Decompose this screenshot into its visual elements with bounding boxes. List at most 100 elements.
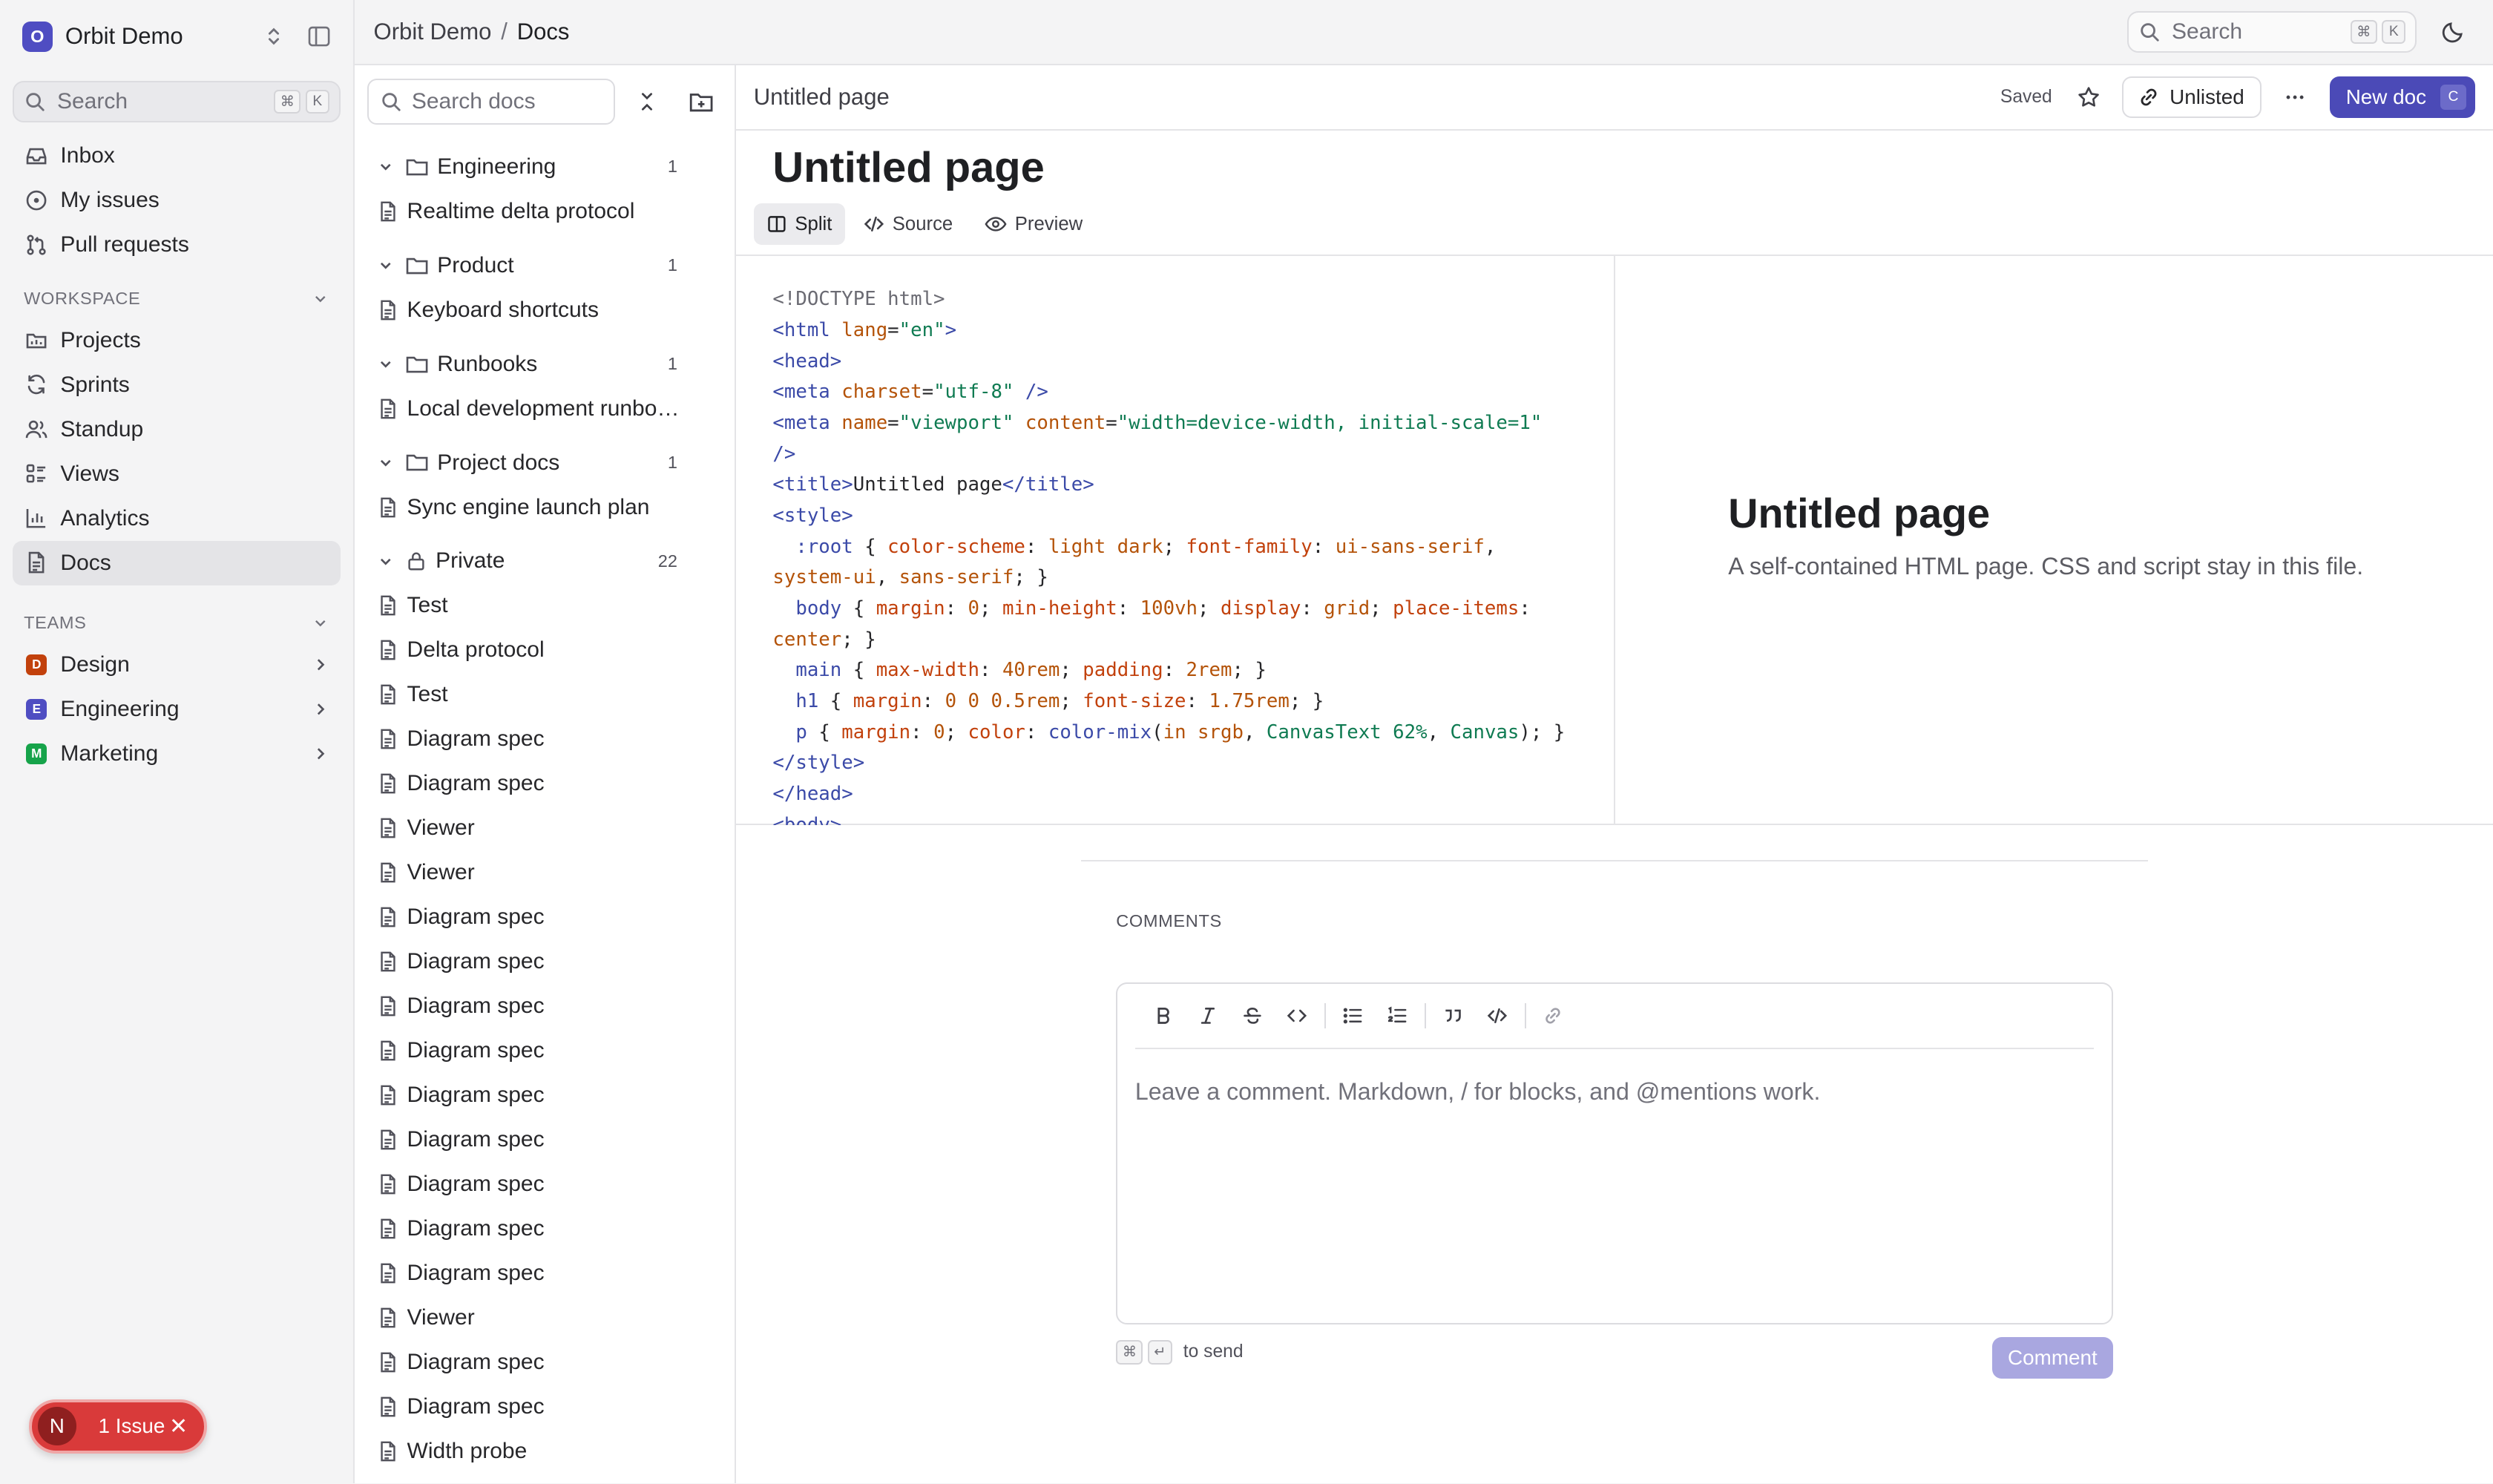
doc-item[interactable]: Diagram spec: [367, 1251, 722, 1296]
editor-header: Untitled page Saved Unlisted New doc C: [736, 65, 2493, 131]
sidebar-search[interactable]: Search ⌘ K: [13, 81, 341, 122]
sidebar-item-pull-requests[interactable]: Pull requests: [13, 223, 341, 267]
doc-item[interactable]: Keyboard shortcuts: [367, 288, 722, 332]
inline-code-icon[interactable]: [1275, 997, 1319, 1034]
issue-toast[interactable]: N 1 Issue ✕: [28, 1399, 207, 1454]
code-block-icon[interactable]: [1475, 997, 1520, 1034]
comment-editor[interactable]: Leave a comment. Markdown, / for blocks,…: [1116, 982, 2113, 1324]
code-token: :: [1301, 597, 1324, 620]
teams-section-header[interactable]: TEAMS: [13, 604, 341, 642]
new-doc-button[interactable]: New doc C: [2330, 76, 2476, 118]
doc-item[interactable]: Diagram spec: [367, 1162, 722, 1206]
doc-icon: [377, 200, 399, 223]
breadcrumb-current[interactable]: Docs: [517, 19, 570, 45]
doc-folder[interactable]: Engineering 1: [367, 145, 722, 189]
sidebar-item-projects[interactable]: Projects: [13, 318, 341, 363]
doc-item[interactable]: Diagram spec: [367, 717, 722, 761]
doc-icon: [377, 594, 399, 617]
code-token: >: [945, 319, 957, 342]
chevron-down-icon[interactable]: [377, 454, 396, 472]
close-icon[interactable]: ✕: [169, 1414, 188, 1439]
sidebar-team-marketing[interactable]: M Marketing: [13, 732, 341, 776]
sidebar-team-engineering[interactable]: E Engineering: [13, 687, 341, 732]
doc-item[interactable]: Width probe: [367, 1429, 722, 1474]
chevron-right-icon[interactable]: [312, 700, 329, 718]
page-title[interactable]: Untitled page: [736, 131, 2493, 200]
doc-item[interactable]: Viewer: [367, 1296, 722, 1340]
doc-item[interactable]: Diagram spec: [367, 1028, 722, 1073]
visibility-button[interactable]: Unlisted: [2122, 76, 2262, 118]
comment-input[interactable]: Leave a comment. Markdown, / for blocks,…: [1117, 1049, 2112, 1106]
collapse-all-button[interactable]: [626, 81, 668, 122]
sidebar-toggle-icon[interactable]: [307, 24, 331, 48]
doc-item[interactable]: Viewer: [367, 850, 722, 895]
doc-item[interactable]: Diagram spec: [367, 1073, 722, 1117]
workspace-switcher[interactable]: O Orbit Demo: [13, 0, 341, 73]
tab-split[interactable]: Split: [753, 203, 845, 245]
doc-folder[interactable]: Runbooks 1: [367, 342, 722, 387]
sidebar-item-sprints[interactable]: Sprints: [13, 363, 341, 407]
bold-icon[interactable]: [1141, 997, 1186, 1034]
doc-item[interactable]: Diagram spec: [367, 984, 722, 1028]
doc-item[interactable]: Diagram spec: [367, 1385, 722, 1429]
sidebar-item-docs[interactable]: Docs: [13, 540, 341, 585]
docs-search-input[interactable]: Search docs: [367, 79, 616, 125]
chevron-down-icon[interactable]: [377, 158, 396, 176]
doc-item[interactable]: Diagram spec: [367, 1206, 722, 1251]
chevron-right-icon[interactable]: [312, 656, 329, 674]
theme-toggle-button[interactable]: [2433, 11, 2474, 53]
doc-item[interactable]: Delta protocol: [367, 628, 722, 672]
code-token: grid: [1324, 597, 1370, 620]
sidebar-item-inbox[interactable]: Inbox: [13, 134, 341, 178]
strikethrough-icon[interactable]: [1230, 997, 1275, 1034]
doc-item[interactable]: Test: [367, 583, 722, 628]
italic-icon[interactable]: [1186, 997, 1230, 1034]
doc-item[interactable]: Test: [367, 672, 722, 717]
more-options-button[interactable]: [2274, 76, 2316, 118]
tab-preview[interactable]: Preview: [972, 203, 1095, 245]
breadcrumb-workspace[interactable]: Orbit Demo: [374, 19, 492, 45]
favorite-button[interactable]: [2068, 76, 2109, 118]
doc-item[interactable]: Sync engine launch plan: [367, 485, 722, 530]
sidebar-item-standup[interactable]: Standup: [13, 407, 341, 452]
numbered-list-icon[interactable]: [1375, 997, 1419, 1034]
doc-item[interactable]: Diagram spec: [367, 1340, 722, 1385]
doc-item[interactable]: Diagram spec: [367, 939, 722, 984]
doc-item[interactable]: Diagram spec: [367, 895, 722, 939]
new-folder-button[interactable]: [680, 81, 722, 122]
chevron-down-icon[interactable]: [377, 257, 396, 275]
code-token: <head>: [772, 349, 842, 372]
doc-item[interactable]: Viewer: [367, 806, 722, 850]
bullet-list-icon[interactable]: [1330, 997, 1375, 1034]
doc-folder[interactable]: Product 1: [367, 243, 722, 288]
doc-folder[interactable]: Private 22: [367, 539, 722, 583]
comment-submit-button[interactable]: Comment: [1991, 1337, 2113, 1379]
chevron-down-icon[interactable]: [377, 355, 396, 373]
global-search[interactable]: Search ⌘ K: [2127, 11, 2417, 53]
doc-item[interactable]: Local development runbook: [367, 387, 722, 431]
code-token: CanvasText 62%: [1266, 720, 1428, 743]
chevron-right-icon[interactable]: [312, 745, 329, 763]
source-editor[interactable]: <!DOCTYPE html> <html lang="en"> <head> <me…: [736, 255, 1616, 825]
sidebar-team-design[interactable]: D Design: [13, 643, 341, 687]
sidebar-item-label: Analytics: [60, 505, 150, 531]
doc-item[interactable]: Diagram spec: [367, 1117, 722, 1162]
chevron-down-icon[interactable]: [377, 553, 396, 571]
doc-item[interactable]: Realtime delta protocol: [367, 189, 722, 234]
chevron-up-down-icon[interactable]: [263, 25, 285, 47]
sidebar-item-my-issues[interactable]: My issues: [13, 178, 341, 223]
folder-icon: [405, 450, 429, 474]
doc-item[interactable]: Diagram spec: [367, 761, 722, 806]
kbd-cmd: ⌘: [274, 90, 301, 114]
link-icon[interactable]: [1531, 997, 1575, 1034]
workspace-section-header[interactable]: WORKSPACE: [13, 280, 341, 318]
new-doc-label: New doc: [2345, 85, 2427, 108]
tab-source[interactable]: Source: [851, 203, 965, 245]
doc-folder[interactable]: Project docs 1: [367, 441, 722, 485]
sidebar-item-views[interactable]: Views: [13, 452, 341, 496]
doc-title: Local development runbook: [407, 395, 681, 421]
doc-icon: [377, 906, 399, 928]
quote-icon[interactable]: [1431, 997, 1475, 1034]
doc-header-title[interactable]: Untitled page: [754, 84, 890, 111]
sidebar-item-analytics[interactable]: Analytics: [13, 496, 341, 541]
